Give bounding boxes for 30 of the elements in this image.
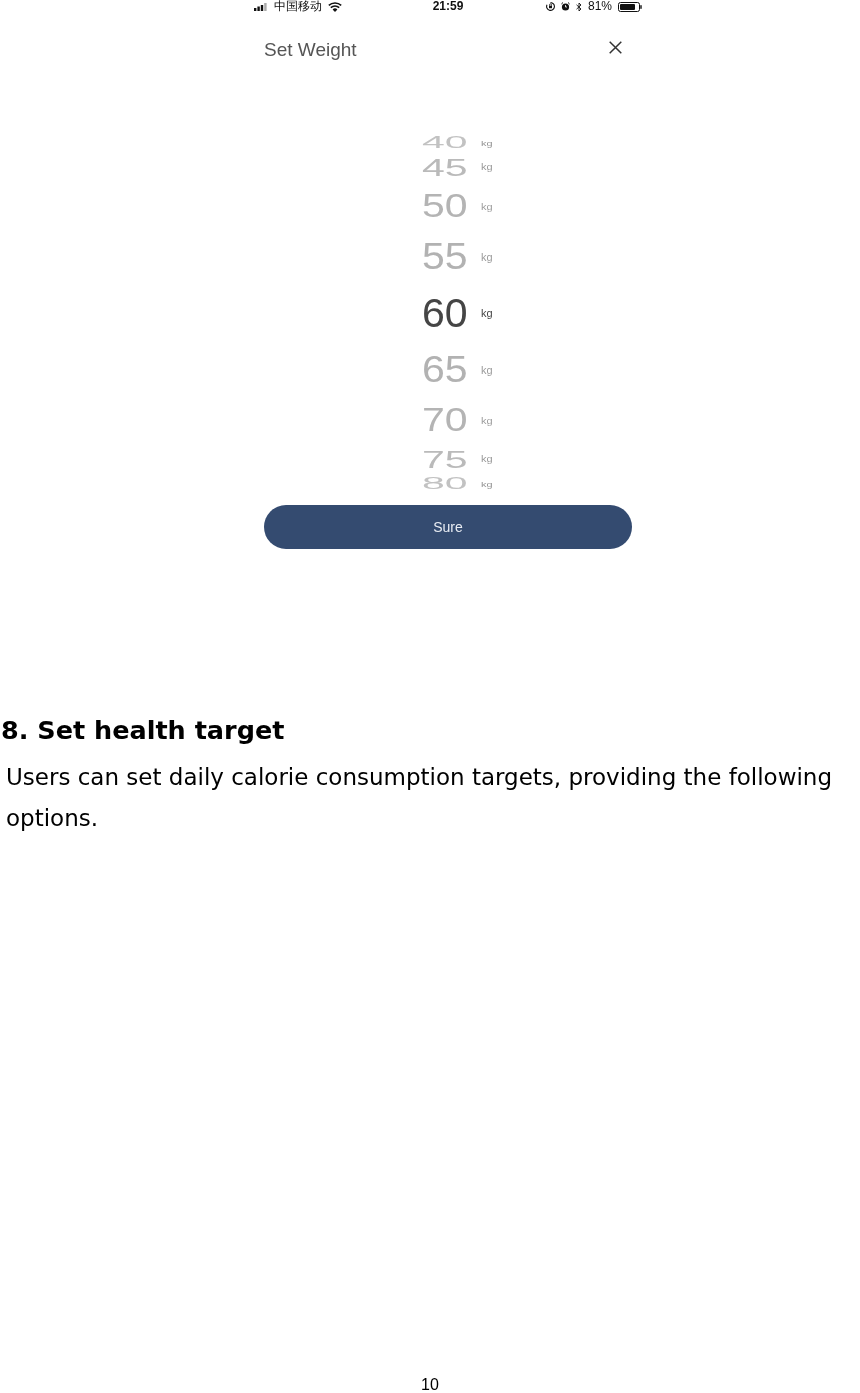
unit-label: kg <box>481 250 493 263</box>
weight-value[interactable]: 55 <box>422 237 469 276</box>
carrier-name: 中国移动 <box>274 0 322 13</box>
unit-label: kg <box>481 162 493 172</box>
dialog-title: Set Weight <box>264 38 357 62</box>
battery-icon <box>618 1 642 12</box>
weight-value[interactable]: 70 <box>422 403 469 437</box>
unit-label: kg <box>481 363 493 376</box>
weight-value[interactable]: 50 <box>422 189 469 223</box>
signal-icon <box>254 2 268 11</box>
weight-value[interactable]: 40 <box>422 134 469 151</box>
unit-label: kg <box>481 414 493 426</box>
battery-percentage: 81% <box>587 0 612 13</box>
section-heading: 8. Set health target <box>1 714 286 747</box>
orientation-lock-icon <box>545 2 555 11</box>
wifi-icon <box>328 1 342 12</box>
weight-value[interactable]: 60 <box>422 292 469 334</box>
status-time: 21:59 <box>432 0 464 13</box>
weight-value[interactable]: 75 <box>422 446 469 472</box>
unit-label: kg <box>481 307 493 319</box>
weight-value[interactable]: 80 <box>422 475 469 492</box>
weight-value[interactable]: 45 <box>422 154 469 180</box>
unit-label: kg <box>481 200 493 212</box>
unit-label: kg <box>481 454 493 464</box>
weight-value[interactable]: 65 <box>422 350 469 389</box>
body-paragraph: Users can set daily calorie consumption targets, providing the following options. <box>6 763 834 833</box>
bluetooth-icon <box>575 1 582 12</box>
sure-button[interactable]: Sure <box>264 505 632 549</box>
close-icon[interactable] <box>609 40 622 54</box>
page-number: 10 <box>421 1377 439 1393</box>
